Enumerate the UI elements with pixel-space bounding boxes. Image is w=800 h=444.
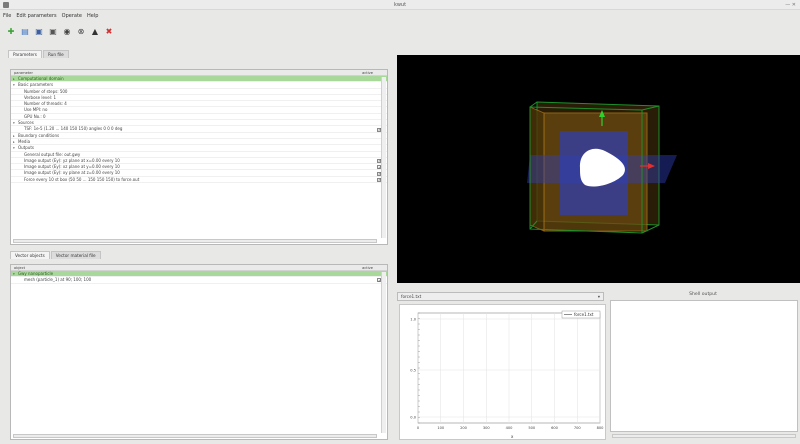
plot-file-select[interactable]: force1.txt ▾ [397,292,604,301]
plot-x-tick-label: 0 [417,426,420,430]
menu-help[interactable]: Help [87,13,98,19]
tree-row-label: Force every 10 st box (50 50 ... 150 150… [24,176,140,182]
menu-bar: File Edit parameters Operate Help [0,10,800,22]
horizontal-scrollbar[interactable] [612,434,796,438]
menu-operate[interactable]: Operate [62,13,82,19]
menu-edit-parameters[interactable]: Edit parameters [16,13,56,19]
tree-row[interactable]: Force every 10 st box (50 50 ... 150 150… [11,176,387,184]
open-icon[interactable]: ▤ [20,26,30,36]
object-rows: ▾ Gwy nanoparticle mesh (particle_1) at 90… [11,271,387,284]
chevron-down-icon: ▾ [597,294,600,299]
plot-y-tick-label: 0.5 [410,368,416,372]
title-bar: kwut — ✕ [0,0,800,10]
column-parameter: parameter [14,70,33,75]
shell-output-label: Shell output [689,292,717,297]
tab-parameters[interactable]: Parameters [8,50,42,58]
vertical-scrollbar[interactable] [381,272,386,433]
object-tabs: Vector objects Vector material file [10,251,101,259]
tab-vector-material-file[interactable]: Vector material file [50,251,101,259]
stop-icon[interactable]: ⊗ [76,26,86,36]
main-tabs: Parameters Run file [8,50,69,58]
parameter-tree: parameter active ▸ Computational domain ▾ B… [10,69,388,245]
plot-x-tick-label: 300 [483,426,491,430]
plot-legend-label: force1.txt [574,312,594,317]
plot-x-tick-label: 600 [551,426,559,430]
vehicle-icon[interactable]: ▲ [90,26,100,36]
plot-area: 1.0 0.5 0.0 0 100 200 300 400 500 600 700 800 forc… [399,304,606,440]
tree-row[interactable]: mesh (particle_1) at 90; 100; 100 [11,277,387,284]
plot-x-tick-label: 400 [506,426,514,430]
scene-render [527,101,677,234]
plot-x-axis-label: x [511,434,514,439]
toolbar: ✚ ▤ ▣ ▣ ◉ ⊗ ▲ ✖ [6,24,114,38]
plot-x-tick-label: 700 [574,426,582,430]
plot-x-tick-label: 100 [437,426,445,430]
tree-row-label: mesh (particle_1) at 90; 100; 100 [24,277,92,283]
run-icon[interactable]: ◉ [62,26,72,36]
plot-x-tick-label: 500 [528,426,536,430]
save-icon[interactable]: ▣ [34,26,44,36]
new-icon[interactable]: ✚ [6,26,16,36]
window-controls[interactable]: — ✕ [785,2,796,8]
window-title: kwut [393,2,407,8]
tab-vector-objects[interactable]: Vector objects [10,251,50,259]
vertical-scrollbar[interactable] [381,77,386,238]
force-plot: 1.0 0.5 0.0 0 100 200 300 400 500 600 700 800 forc… [410,310,605,439]
plot-x-tick-label: 200 [460,426,468,430]
object-tree: object active ▾ Gwy nanoparticle mesh (par… [10,264,388,440]
plot-file-value: force1.txt [401,294,422,299]
save-as-icon[interactable]: ▣ [48,26,58,36]
exit-icon[interactable]: ✖ [104,26,114,36]
plot-y-tick-label: 1.0 [410,317,416,321]
column-object: object [14,265,26,270]
horizontal-scrollbar[interactable] [13,434,377,438]
shell-output-panel[interactable] [610,300,798,432]
plot-x-tick-label: 800 [597,426,605,430]
parameter-rows: ▸ Computational domain ▾ Basic parameters Nu… [11,76,387,184]
menu-file[interactable]: File [3,13,11,19]
column-active: active [362,70,373,75]
column-active: active [362,265,373,270]
tab-run-file[interactable]: Run file [42,50,69,58]
horizontal-scrollbar[interactable] [13,239,377,243]
plot-y-tick-label: 0.0 [410,415,416,419]
3d-viewport[interactable] [397,55,800,283]
